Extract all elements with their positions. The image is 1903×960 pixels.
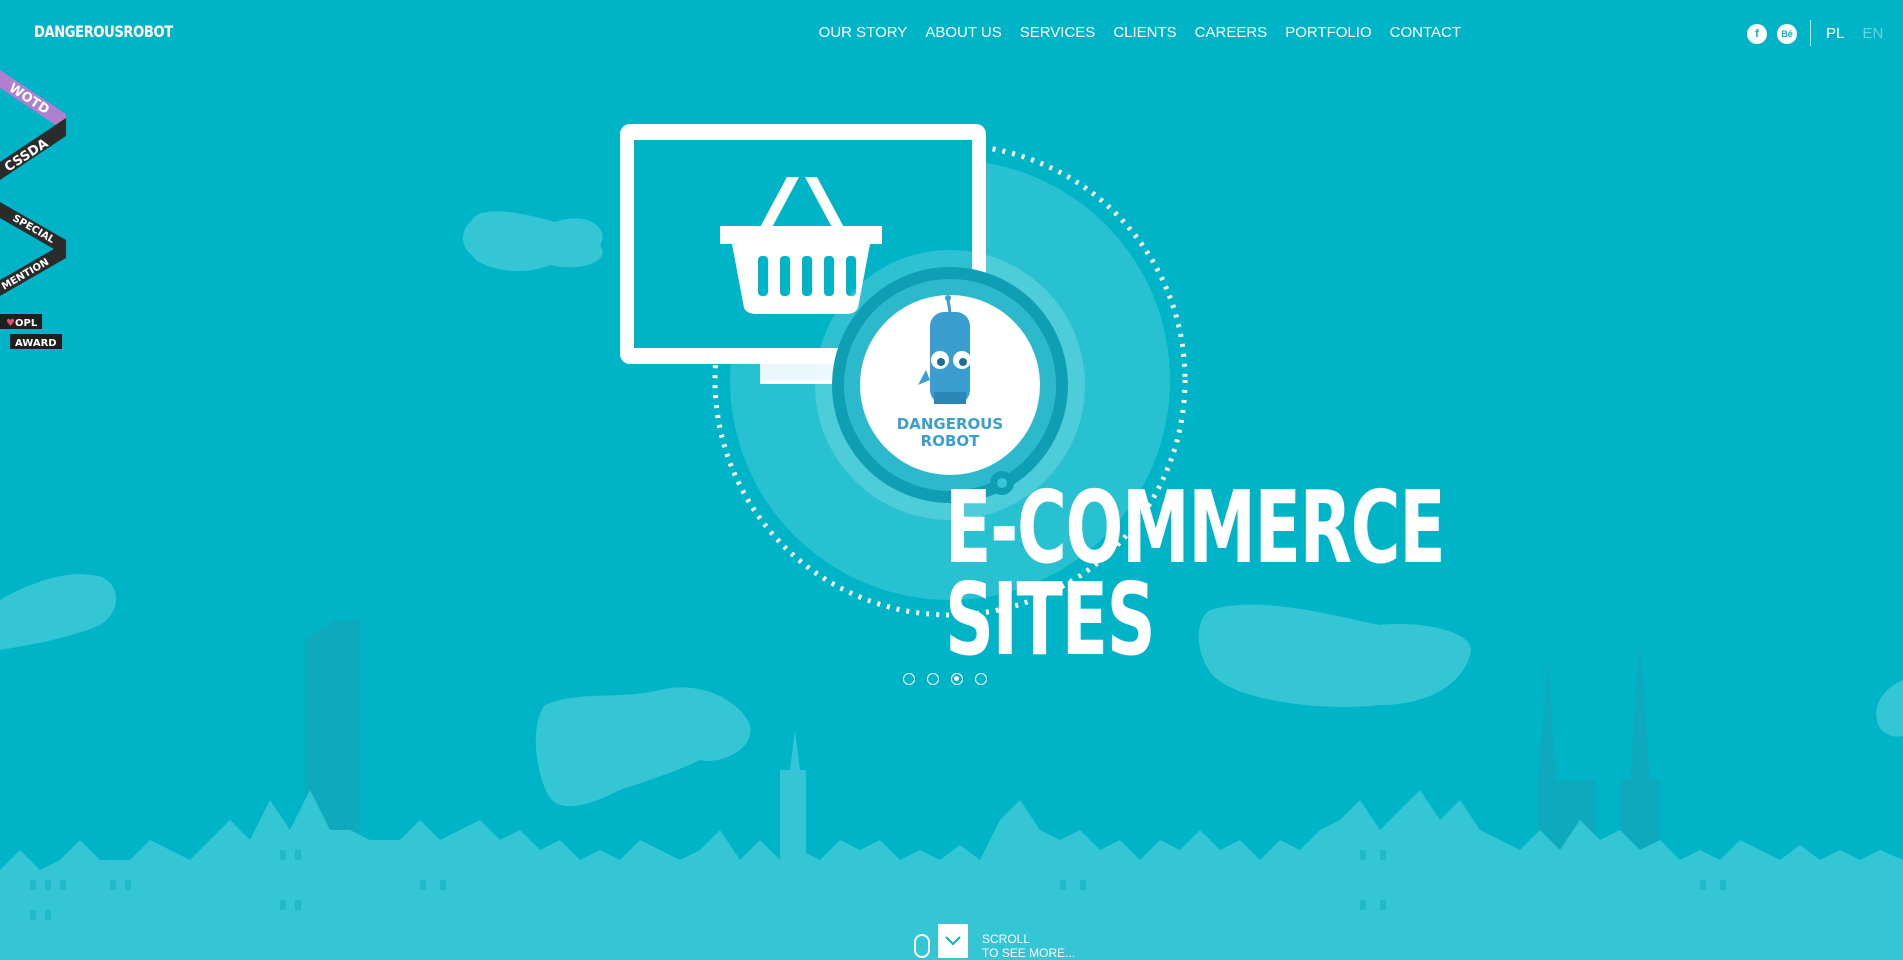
- ribbon-text: MENTION: [0, 257, 51, 293]
- svg-text:♥: ♥: [6, 318, 15, 329]
- nav-services[interactable]: SERVICES: [1020, 24, 1096, 41]
- ribbon-text: SPECIAL: [11, 213, 57, 246]
- slider-dot[interactable]: [903, 673, 915, 685]
- slider-pagination: [903, 673, 987, 685]
- scroll-line-1: SCROLL: [982, 932, 1031, 946]
- scroll-hint[interactable]: SCROLL TO SEE MORE...: [914, 920, 1075, 960]
- nav-divider: [1810, 20, 1811, 46]
- headline-line-2: SITES: [945, 561, 1156, 678]
- chevron-down-icon: [945, 936, 961, 946]
- opl-award-ribbon[interactable]: ♥ OPL AWARD: [0, 314, 62, 349]
- language-switcher: PL EN: [1826, 25, 1883, 42]
- hero-headline: E-COMMERCE SITES: [945, 478, 1446, 678]
- nav-portfolio[interactable]: PORTFOLIO: [1285, 24, 1371, 41]
- site-logo[interactable]: DANGEROUSROBOT: [34, 22, 173, 41]
- slider-dot[interactable]: [975, 673, 987, 685]
- ribbon-text: AWARD: [15, 338, 57, 349]
- scroll-down-button[interactable]: [938, 924, 968, 958]
- ribbon-text: WOTD: [6, 81, 52, 118]
- lang-pl[interactable]: PL: [1826, 25, 1844, 42]
- lang-en[interactable]: EN: [1863, 25, 1884, 42]
- facebook-icon[interactable]: f: [1747, 24, 1767, 44]
- badge-text: ROBOT: [921, 432, 980, 450]
- main-nav: OUR STORY ABOUT US SERVICES CLIENTS CARE…: [801, 24, 1461, 41]
- scroll-text: SCROLL TO SEE MORE...: [982, 932, 1075, 960]
- wotd-ribbon[interactable]: WOTD: [0, 70, 66, 132]
- cssda-ribbon[interactable]: CSSDA: [0, 118, 66, 180]
- ribbon-text: OPL: [15, 318, 38, 329]
- badge-text: DANGEROUS: [897, 415, 1003, 433]
- slider-dot[interactable]: [927, 673, 939, 685]
- nav-clients[interactable]: CLIENTS: [1113, 24, 1176, 41]
- nav-careers[interactable]: CAREERS: [1195, 24, 1268, 41]
- social-links: f Bē: [1747, 24, 1797, 44]
- slider-dot[interactable]: [951, 673, 963, 685]
- mouse-icon: [914, 934, 930, 958]
- nav-our-story[interactable]: OUR STORY: [819, 24, 908, 41]
- award-ribbons: WOTD CSSDA SPECIAL MENTION ♥ OPL AWARD: [0, 70, 66, 349]
- top-navigation-bar: DANGEROUSROBOT OUR STORY ABOUT US SERVIC…: [0, 0, 1903, 68]
- behance-icon[interactable]: Bē: [1777, 24, 1797, 44]
- scroll-line-2: TO SEE MORE...: [982, 946, 1076, 960]
- nav-contact[interactable]: CONTACT: [1390, 24, 1461, 41]
- nav-about-us[interactable]: ABOUT US: [925, 24, 1001, 41]
- special-mention-ribbon[interactable]: SPECIAL MENTION: [0, 202, 66, 296]
